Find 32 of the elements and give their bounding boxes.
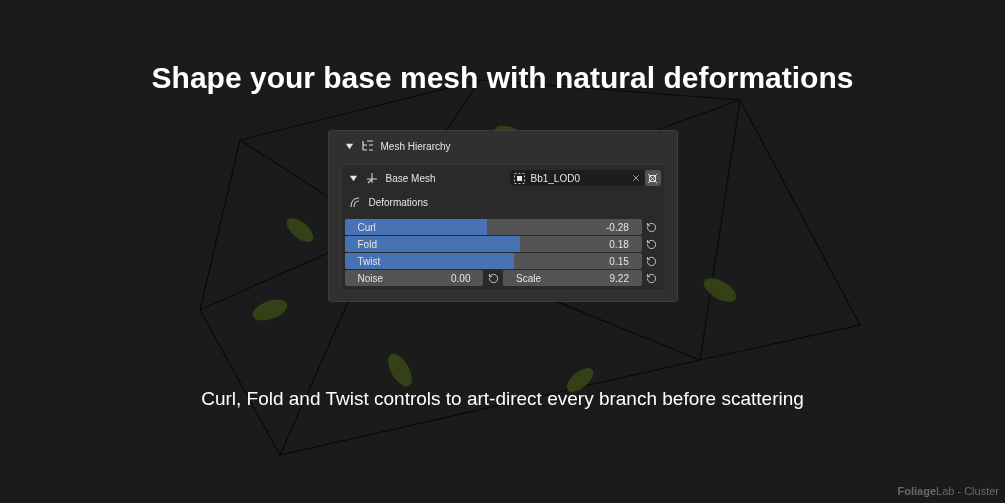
slider[interactable]: Fold 0.18	[344, 236, 642, 252]
number-field[interactable]: Scale 9.22	[503, 270, 642, 286]
subtitle: Curl, Fold and Twist controls to art-direct every branch before scattering	[201, 387, 804, 411]
field-label: Noise	[357, 271, 384, 286]
slider[interactable]: Twist 0.15	[344, 253, 642, 269]
base-mesh-label: Base Mesh	[385, 171, 436, 186]
slider-label: Twist	[357, 254, 381, 269]
number-field[interactable]: Noise 0.00	[344, 270, 484, 286]
picker-button[interactable]	[644, 170, 661, 186]
object-name: Bb1_LOD0	[530, 171, 580, 186]
headline: Shape your base mesh with natural deformations	[151, 60, 854, 96]
curve-icon	[348, 196, 361, 208]
object-icon	[513, 172, 525, 184]
slider-label: Fold	[357, 237, 377, 252]
section-title: Deformations	[368, 195, 428, 210]
caret-icon[interactable]	[344, 141, 354, 151]
caret-icon[interactable]	[348, 173, 358, 183]
slider-label: Curl	[357, 220, 376, 235]
target-icon	[647, 172, 658, 184]
slider-value: 0.15	[609, 254, 629, 269]
field-value: 9.22	[609, 271, 629, 286]
slider[interactable]: Curl -0.28	[344, 219, 642, 235]
clear-icon[interactable]	[630, 173, 641, 183]
field-value: 0.00	[451, 271, 471, 286]
brand-caption: FoliageLab - Cluster	[897, 483, 999, 499]
slider-value: 0.18	[609, 237, 629, 252]
object-field[interactable]: Bb1_LOD0	[509, 170, 645, 186]
field-label: Scale	[516, 271, 541, 286]
axis-icon	[365, 172, 378, 184]
hierarchy-icon	[360, 140, 374, 152]
panel-title[interactable]: Mesh Hierarchy	[380, 138, 451, 154]
slider-value: -0.28	[606, 220, 629, 235]
